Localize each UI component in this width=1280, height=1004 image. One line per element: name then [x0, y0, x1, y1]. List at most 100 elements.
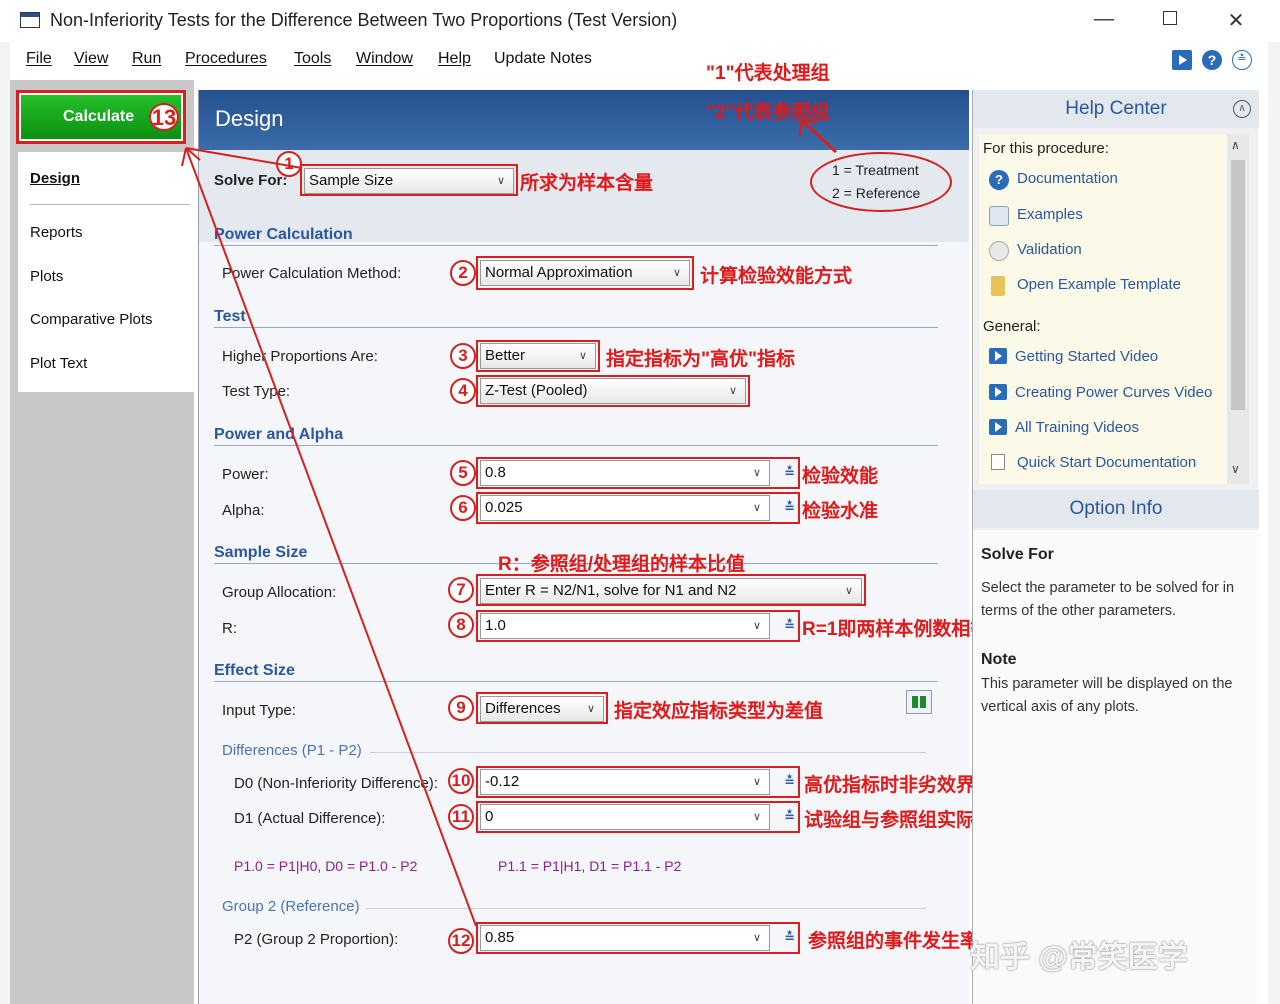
menu-procedures[interactable]: Procedures [185, 50, 267, 68]
double-chevron-icon[interactable]: ≛ [784, 805, 795, 829]
section-divider [214, 681, 938, 682]
test-type-value: Z-Test (Pooled) [485, 382, 588, 399]
link-examples[interactable]: Examples [1017, 206, 1083, 223]
chevron-down-icon[interactable]: ∨ [753, 770, 761, 794]
menu-run[interactable]: Run [132, 50, 161, 68]
chevron-down-icon[interactable]: ≛ [1232, 50, 1252, 70]
power-calc-method-label: Power Calculation Method: [222, 265, 402, 282]
step-badge: 4 [450, 378, 476, 404]
section-divider [214, 327, 938, 328]
nav-plot-text[interactable]: Plot Text [30, 355, 87, 372]
document-list-icon [991, 454, 1005, 470]
test-type-select[interactable]: Z-Test (Pooled) ∨ [480, 378, 746, 404]
minimize-icon[interactable]: — [1084, 8, 1124, 31]
r-value: 1.0 [485, 617, 506, 634]
calculate-button[interactable]: Calculate 13 [16, 90, 186, 144]
double-chevron-icon[interactable]: ≛ [784, 614, 795, 638]
maximize-icon[interactable] [1150, 8, 1190, 31]
nav-reports[interactable]: Reports [30, 224, 83, 241]
grid-view-icon[interactable] [906, 690, 932, 714]
section-divider [214, 245, 938, 246]
d0-input[interactable]: -0.12 ∨ ≛ [480, 769, 795, 795]
step-badge: 2 [450, 260, 476, 286]
option-solve-text: Select the parameter to be solved for in… [981, 580, 1235, 619]
nav-plots[interactable]: Plots [30, 268, 63, 285]
annotation: "2"代表参照组 [706, 102, 830, 123]
chevron-down-icon[interactable]: ∨ [753, 805, 761, 829]
power-calc-method-value: Normal Approximation [485, 264, 633, 281]
double-chevron-icon[interactable]: ≛ [784, 770, 795, 794]
double-chevron-icon[interactable]: ≛ [784, 926, 795, 950]
nav-design[interactable]: Design [30, 170, 80, 187]
link-documentation[interactable]: Documentation [1017, 170, 1118, 187]
step-badge: 9 [448, 695, 474, 721]
group-allocation-label: Group Allocation: [222, 584, 337, 601]
power-label: Power: [222, 466, 269, 483]
link-quick-start-documentation[interactable]: Quick Start Documentation [1017, 454, 1196, 471]
question-icon: ? [989, 170, 1009, 190]
chevron-down-icon[interactable]: ∨ [753, 926, 761, 950]
annotation: R：参照组/处理组的样本比值 [498, 554, 746, 575]
chevron-down-icon: ∨ [578, 350, 587, 362]
help-icon[interactable]: ? [1202, 50, 1222, 70]
menu-view[interactable]: View [74, 50, 108, 68]
scroll-up-icon[interactable]: ∧ [1231, 138, 1240, 152]
close-icon[interactable]: ✕ [1216, 8, 1256, 33]
solve-for-select[interactable]: Sample Size ∨ [304, 168, 514, 194]
step-badge: 7 [448, 577, 474, 603]
link-validation[interactable]: Validation [1017, 241, 1082, 258]
chevron-down-icon: ∨ [496, 175, 505, 187]
p2-input[interactable]: 0.85 ∨ ≛ [480, 925, 795, 951]
collapse-icon[interactable]: ∧ [1233, 100, 1251, 118]
r-input[interactable]: 1.0 ∨ ≛ [480, 613, 795, 639]
annotation: 检验水准 [802, 501, 879, 522]
step-badge: 13 [149, 103, 179, 131]
section-divider [214, 445, 938, 446]
higher-proportions-select[interactable]: Better ∨ [480, 343, 596, 369]
input-type-label: Input Type: [222, 702, 296, 719]
d1-input[interactable]: 0 ∨ ≛ [480, 804, 795, 830]
section-effect-size: Effect Size [214, 662, 295, 679]
solve-for-value: Sample Size [309, 172, 394, 189]
design-title: Design [215, 106, 284, 131]
link-creating-power-curves-video[interactable]: Creating Power Curves Video [1015, 384, 1212, 401]
chevron-down-icon: ∨ [586, 703, 595, 715]
help-center-body: For this procedure: ? Documentation Exam… [979, 134, 1233, 484]
link-all-training-videos[interactable]: All Training Videos [1015, 419, 1139, 436]
group-allocation-select[interactable]: Enter R = N2/N1, solve for N1 and N2 ∨ [480, 578, 862, 604]
higher-proportions-value: Better [485, 347, 526, 364]
alpha-input[interactable]: 0.025 ∨ ≛ [480, 495, 795, 521]
nav-comparative-plots[interactable]: Comparative Plots [30, 311, 153, 328]
double-chevron-icon[interactable]: ≛ [784, 496, 795, 520]
chevron-down-icon[interactable]: ∨ [753, 461, 761, 485]
higher-proportions-label: Higher Proportions Are: [222, 348, 378, 365]
solve-for-label: Solve For: [214, 172, 288, 189]
menu-window[interactable]: Window [356, 50, 413, 68]
validation-icon [989, 241, 1009, 261]
step-badge: 10 [448, 768, 474, 794]
menu-tools[interactable]: Tools [294, 50, 331, 68]
input-type-select[interactable]: Differences ∨ [480, 696, 604, 722]
chevron-down-icon[interactable]: ∨ [753, 614, 761, 638]
step-badge: 5 [450, 460, 476, 486]
menu-update-notes[interactable]: Update Notes [494, 50, 592, 68]
run-icon[interactable] [1172, 50, 1192, 70]
scrollbar-thumb[interactable] [1231, 160, 1245, 410]
window-right-edge [1268, 0, 1280, 1004]
help-scrollbar[interactable]: ∧ ∨ [1227, 134, 1249, 484]
app-icon [20, 12, 40, 28]
chevron-down-icon[interactable]: ∨ [753, 496, 761, 520]
menu-file[interactable]: File [26, 50, 52, 68]
power-calc-method-select[interactable]: Normal Approximation ∨ [480, 260, 690, 286]
scroll-down-icon[interactable]: ∨ [1231, 462, 1240, 476]
title-bar: Non-Inferiority Tests for the Difference… [0, 0, 1280, 42]
play-video-icon [989, 419, 1007, 435]
double-chevron-icon[interactable]: ≛ [784, 461, 795, 485]
link-open-example-template[interactable]: Open Example Template [1017, 276, 1181, 293]
menu-help[interactable]: Help [438, 50, 471, 68]
legend-reference: 2 = Reference [832, 185, 921, 201]
link-getting-started-video[interactable]: Getting Started Video [1015, 348, 1158, 365]
power-input[interactable]: 0.8 ∨ ≛ [480, 460, 795, 486]
legend-treatment: 1 = Treatment [832, 162, 919, 178]
nav-divider [30, 204, 190, 205]
